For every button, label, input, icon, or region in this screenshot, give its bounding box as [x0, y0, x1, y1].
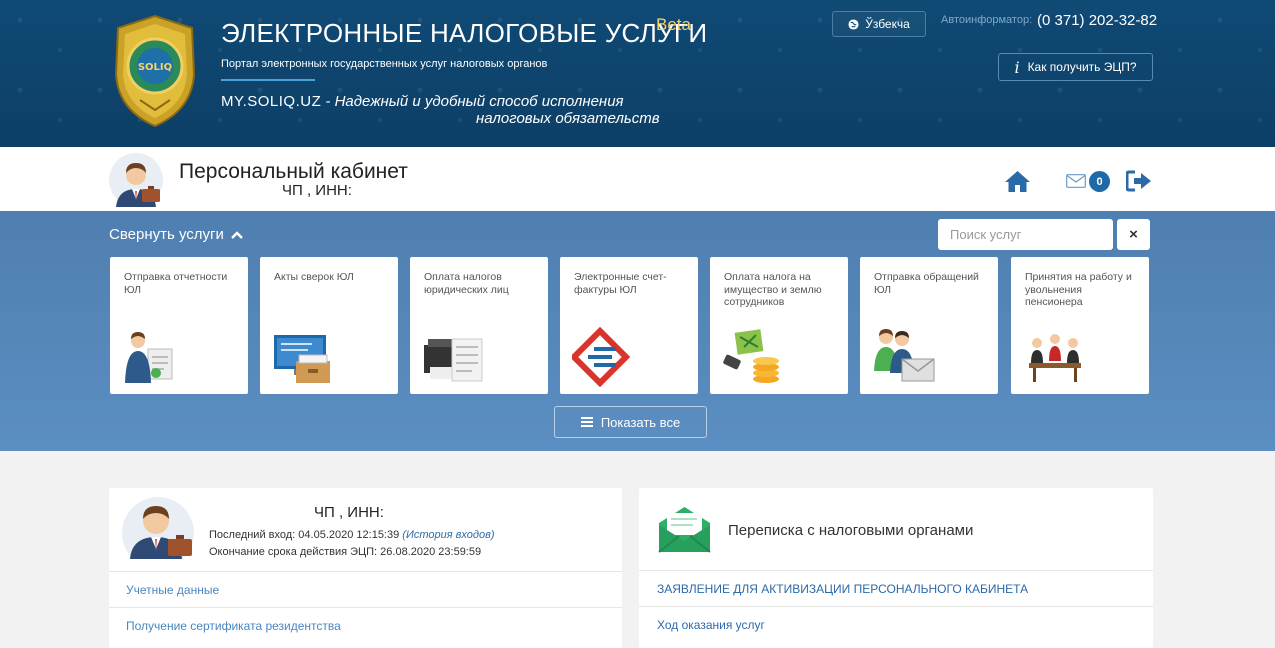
globe-icon: [848, 18, 859, 30]
service-card-pensioner-employment[interactable]: Принятия на работу и увольнения пенсионе…: [1011, 257, 1149, 394]
last-login-label: Последний вход:: [209, 529, 299, 541]
service-card-label: Оплата налогов юридических лиц: [424, 271, 509, 296]
slogan-text-line1: - Надежный и удобный способ исполнения: [321, 93, 624, 110]
ecp-expiry-label: Окончание срока действия ЭЦП:: [209, 546, 381, 558]
how-to-get-ecp-button[interactable]: i Как получить ЭЦП?: [998, 53, 1153, 81]
last-login-value: 04.05.2020 12:15:39: [298, 529, 400, 541]
logout-icon[interactable]: [1126, 170, 1152, 192]
list-icon: [580, 417, 593, 427]
collapse-services-label: Свернуть услуги: [109, 226, 224, 243]
e-invoice-logo-icon: [572, 327, 631, 387]
service-card-label: Принятия на работу и увольнения пенсионе…: [1025, 271, 1132, 308]
monitor-archive-icon: [274, 335, 330, 383]
autoinformer-phone: (0 371) 202-32-82: [1037, 12, 1158, 29]
residency-certificate-link[interactable]: Получение сертификата резидентства: [109, 607, 622, 643]
cabinet-activation-link[interactable]: ЗАЯВЛЕНИЕ ДЛЯ АКТИВИЗАЦИИ ПЕРСОНАЛЬНОГО …: [639, 570, 1153, 606]
service-card-label: Отправка обращений ЮЛ: [874, 271, 979, 296]
account-data-link[interactable]: Учетные данные: [109, 571, 622, 607]
service-card-label: Оплата налога на имущество и землю сотру…: [724, 271, 822, 308]
cabinet-subtitle: ЧП , ИНН:: [282, 182, 352, 199]
home-icon[interactable]: [1004, 169, 1031, 193]
service-card-reporting[interactable]: Отправка отчетности ЮЛ: [110, 257, 248, 394]
ecp-expiry-line: Окончание срока действия ЭЦП: 26.08.2020…: [209, 546, 481, 558]
cabinet-bar: Персональный кабинет ЧП , ИНН: 0: [0, 147, 1275, 211]
services-panel: Свернуть услуги × Отправка отчетности ЮЛ…: [0, 211, 1275, 451]
chevron-up-icon: [231, 230, 243, 239]
map-coins-icon: [723, 329, 779, 383]
user-avatar: [109, 153, 163, 207]
info-icon: i: [1014, 57, 1020, 77]
profile-name: ЧП , ИНН:: [314, 504, 384, 521]
people-envelope-icon: [874, 329, 935, 382]
login-history-link[interactable]: (История входов): [402, 529, 494, 541]
service-card-tax-payment[interactable]: Оплата налогов юридических лиц: [410, 257, 548, 394]
cabinet-title: Персональный кабинет: [179, 160, 408, 183]
correspondence-title: Переписка с налоговыми органами: [728, 522, 974, 539]
subtitle-underline: [221, 79, 315, 81]
slogan-brand: MY.SOLIQ.UZ: [221, 93, 322, 110]
service-card-label: Электронные счет-фактуры ЮЛ: [574, 271, 667, 296]
service-progress-link[interactable]: Ход оказания услуг: [639, 606, 1153, 642]
correspondence-panel: Переписка с налоговыми органами ЗАЯВЛЕНИ…: [639, 488, 1153, 648]
service-card-e-invoice[interactable]: Электронные счет-фактуры ЮЛ: [560, 257, 698, 394]
language-switch-button[interactable]: Ўзбекча: [832, 11, 926, 37]
service-card-appeals[interactable]: Отправка обращений ЮЛ: [860, 257, 998, 394]
language-label: Ўзбекча: [865, 17, 910, 31]
ecp-expiry-value: 26.08.2020 23:59:59: [380, 546, 482, 558]
service-card-label: Акты сверок ЮЛ: [274, 271, 354, 283]
site-subtitle: Портал электронных государственных услуг…: [221, 58, 548, 70]
mail-icon[interactable]: [1066, 174, 1086, 188]
collapse-services-toggle[interactable]: Свернуть услуги: [109, 226, 243, 243]
printer-document-icon: [424, 338, 483, 382]
meeting-people-icon: [1029, 334, 1081, 382]
beta-badge: Beta: [656, 15, 691, 34]
profile-avatar: [122, 497, 194, 559]
service-card-property-tax[interactable]: Оплата налога на имущество и землю сотру…: [710, 257, 848, 394]
service-card-label: Отправка отчетности ЮЛ: [124, 271, 228, 296]
mail-count-badge: 0: [1089, 171, 1110, 192]
profile-panel: ЧП , ИНН: Последний вход: 04.05.2020 12:…: [109, 488, 622, 648]
svg-text:SOLIQ: SOLIQ: [138, 62, 172, 73]
ecp-button-label: Как получить ЭЦП?: [1027, 60, 1137, 74]
show-all-services-button[interactable]: Показать все: [554, 406, 707, 438]
person-document-icon: [125, 332, 173, 383]
slogan-text-line2: налоговых обязательств: [476, 110, 660, 127]
site-title: ЭЛЕКТРОННЫЕ НАЛОГОВЫЕ УСЛУГИ: [221, 18, 708, 48]
slogan: MY.SOLIQ.UZ - Надежный и удобный способ …: [221, 93, 624, 110]
green-envelope-icon: [658, 507, 711, 553]
clear-search-button[interactable]: ×: [1117, 219, 1150, 250]
service-card-reconciliation[interactable]: Акты сверок ЮЛ: [260, 257, 398, 394]
autoinformer-label: Автоинформатор:: [941, 14, 1033, 26]
show-all-label: Показать все: [600, 414, 681, 430]
service-search-input[interactable]: [938, 219, 1113, 250]
tax-emblem-logo: SOLIQ: [114, 14, 196, 128]
last-login-line: Последний вход: 04.05.2020 12:15:39 (Ист…: [209, 529, 495, 541]
site-header: SOLIQ ЭЛЕКТРОННЫЕ НАЛОГОВЫЕ УСЛУГИ Beta …: [0, 0, 1275, 147]
